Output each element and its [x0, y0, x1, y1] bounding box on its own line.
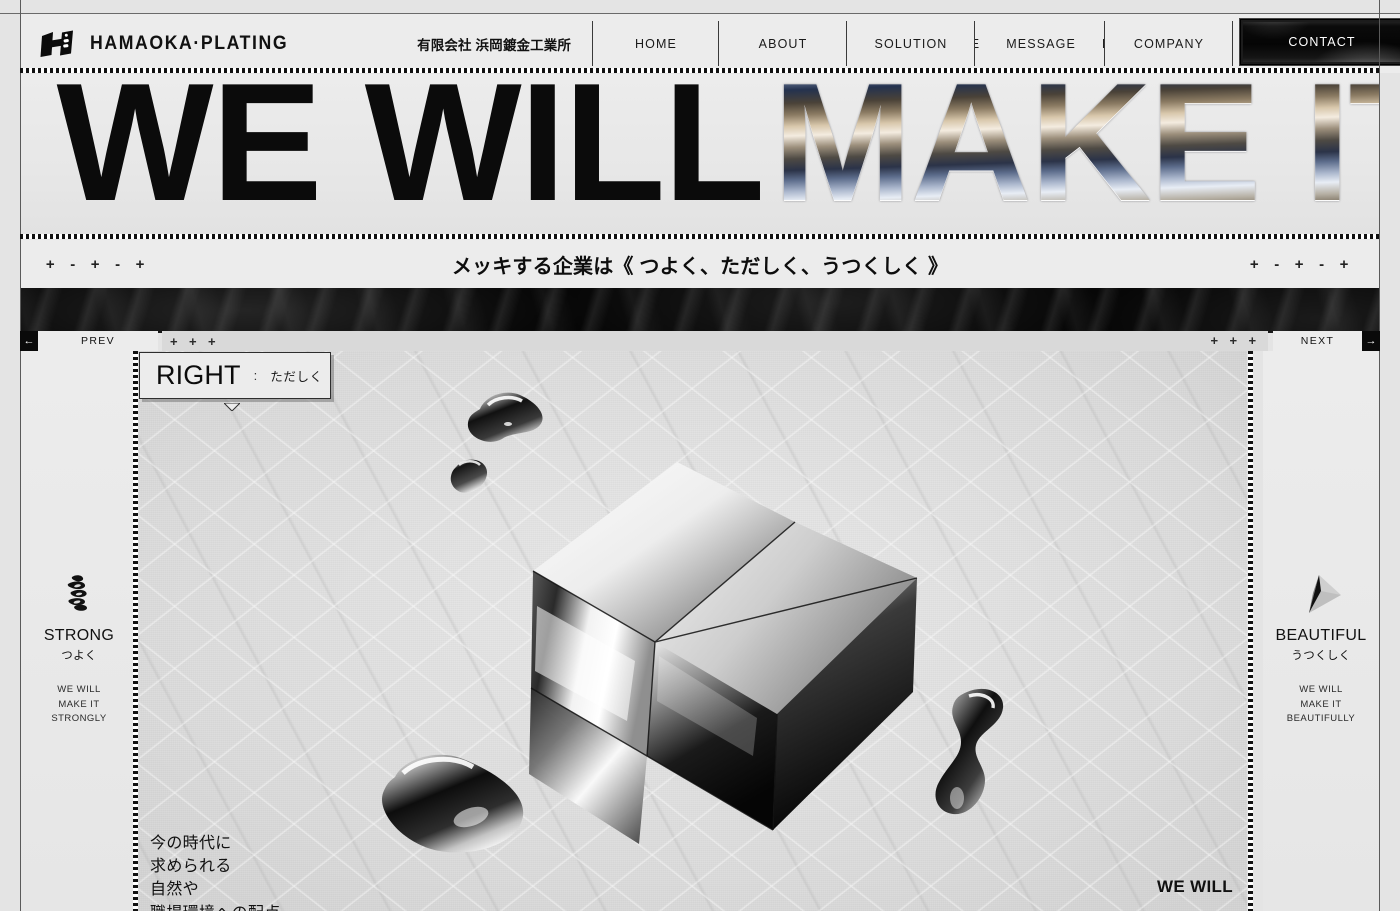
next-label: NEXT	[1300, 335, 1335, 347]
next-arrow-button[interactable]: →	[1362, 331, 1380, 351]
main-nav: HOME ABOUT SOLUTION SAGE MESSAGE MES COM…	[593, 14, 1400, 73]
stage-corner-label: WE WILL	[1156, 877, 1233, 896]
nav-label: COMPANY	[1133, 36, 1205, 51]
body-line: 自然や	[150, 881, 199, 899]
plus-marks-left: + + +	[170, 333, 220, 349]
side-jp-beautiful: うつくしく	[1291, 650, 1351, 662]
tagline-marks-left: + - + - +	[45, 255, 151, 273]
stage-divider-left	[133, 351, 138, 911]
badge-notch-icon	[222, 398, 242, 412]
arrow-right-icon: →	[1365, 335, 1377, 347]
nav-item-contact[interactable]: CONTACT	[1233, 14, 1400, 73]
contact-label: CONTACT	[1288, 35, 1356, 49]
hero-section: WE WILL MAKE IT	[21, 74, 1379, 235]
badge-title: RIGHT	[156, 360, 241, 390]
mercury-droplet-icon	[462, 389, 548, 452]
brush-stroke-icon	[58, 573, 100, 617]
site-header: HAMAOKA·PLATING 有限会社 浜岡鍍金工業所 HOME ABOUT …	[20, 14, 1400, 73]
side-sub-beautiful: WE WILL MAKE IT BEAUTIFULLY	[1286, 684, 1356, 725]
plus-marks-right: + + +	[1210, 333, 1260, 348]
tagline-text: メッキする企業は《 つよく、ただしく、うつくしく 》	[451, 255, 949, 278]
nav-item-solution[interactable]: SOLUTION	[847, 14, 975, 73]
frame-right-rule	[1379, 0, 1380, 911]
side-column-beautiful: BEAUTIFUL うつくしく WE WILL MAKE IT BEAUTIFU…	[1263, 351, 1379, 911]
frame-top-rule	[0, 13, 1400, 14]
stage-divider-right	[1248, 351, 1253, 911]
slide-stage[interactable]: WE WILL	[137, 351, 1247, 911]
brand-block[interactable]: HAMAOKA·PLATING 有限会社 浜岡鍍金工業所	[20, 14, 593, 73]
paper-plane-icon	[1299, 573, 1343, 617]
mercury-droplet-icon	[927, 686, 1027, 831]
body-line: 今の時代に	[150, 835, 232, 852]
prev-label: PREV	[80, 335, 116, 347]
contact-button-face: CONTACT	[1240, 19, 1400, 65]
carousel-controls: ← PREV + + + + + + NEXT →	[20, 331, 1380, 351]
prev-arrow-button[interactable]: ←	[20, 331, 38, 351]
nav-label: SOLUTION	[874, 36, 948, 51]
badge-colon: :	[253, 368, 258, 383]
body-line: 求められる	[150, 858, 232, 876]
side-column-strong: STRONG つよく WE WILL MAKE IT STRONGLY	[21, 351, 137, 911]
arrow-left-icon: ←	[23, 335, 35, 347]
nav-item-message[interactable]: SAGE MESSAGE MES	[975, 14, 1105, 73]
mercury-droplet-icon	[447, 456, 491, 501]
page-root: HAMAOKA·PLATING 有限会社 浜岡鍍金工業所 HOME ABOUT …	[0, 0, 1400, 911]
silk-texture-band	[21, 288, 1379, 333]
hero-headline: WE WILL MAKE IT	[53, 74, 1379, 226]
mercury-droplet-icon	[377, 751, 537, 866]
chrome-cube-graphic	[527, 456, 947, 846]
marquee-word: MESSAGE	[1006, 36, 1076, 51]
frame-left-rule	[20, 0, 21, 911]
side-title-strong: STRONG	[43, 627, 115, 644]
hero-dashed-divider	[20, 234, 1379, 239]
h-monogram-logo-icon	[40, 30, 76, 58]
plus-marks-strip: + + + + + +	[162, 331, 1268, 351]
nav-item-about[interactable]: ABOUT	[719, 14, 847, 73]
nav-item-company[interactable]: COMPANY	[1105, 14, 1233, 73]
next-button[interactable]: NEXT	[1273, 331, 1362, 351]
badge-jp: ただしく	[270, 370, 323, 384]
logo-wordmark: HAMAOKA·PLATING	[90, 32, 289, 54]
side-sub-strong: WE WILL MAKE IT STRONGLY	[51, 684, 107, 725]
nav-label: HOME	[635, 36, 677, 51]
hero-text-chrome: MAKE IT	[773, 74, 1379, 226]
marquee-word: SAGE	[975, 37, 980, 51]
header-dashed-divider	[20, 68, 1379, 73]
hero-text-plain: WE WILL	[56, 74, 766, 235]
body-line: 職場環境への配点	[150, 902, 281, 911]
tagline-bar: + - + - + メッキする企業は《 つよく、ただしく、うつくしく 》 + -…	[21, 240, 1379, 288]
nav-item-home[interactable]: HOME	[593, 14, 719, 73]
company-name-jp: 有限会社 浜岡鍍金工業所	[417, 37, 571, 53]
side-jp-strong: つよく	[61, 650, 97, 662]
slide-body-copy: 今の時代に 求められる 自然や 職場環境への配点	[150, 832, 281, 911]
side-title-beautiful: BEAUTIFUL	[1275, 627, 1367, 644]
message-marquee: SAGE MESSAGE MES	[975, 37, 1105, 51]
tagline-marks-right: + - + - +	[1249, 255, 1355, 273]
prev-button[interactable]: PREV	[38, 331, 158, 351]
nav-label: ABOUT	[758, 36, 808, 51]
slide-title-badge[interactable]: RIGHT : ただしく	[139, 352, 331, 412]
